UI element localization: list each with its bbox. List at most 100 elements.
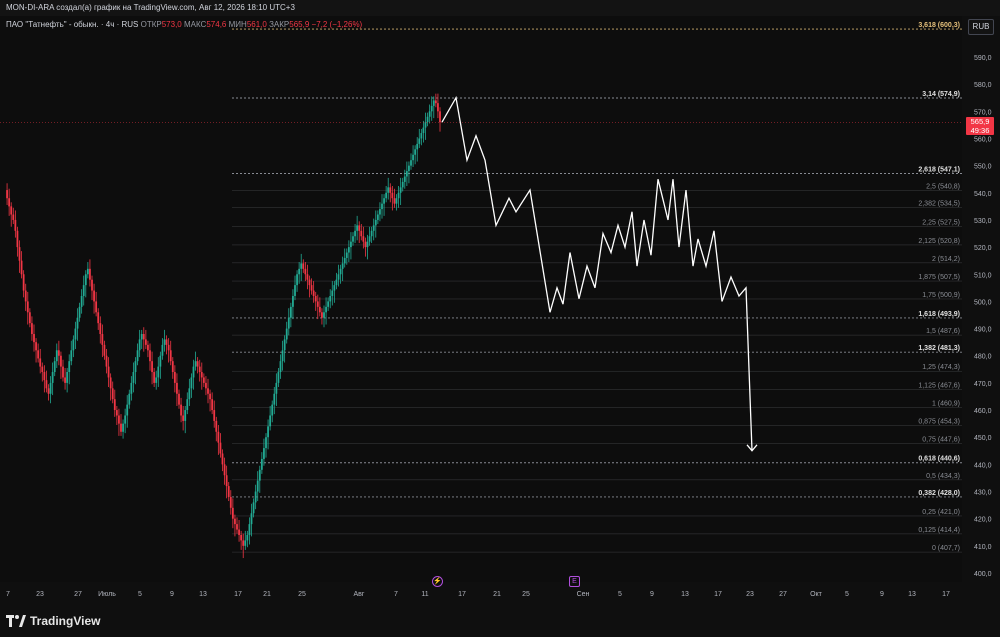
fib-level-label: 0,125 (414,4) bbox=[918, 527, 960, 534]
projection-path bbox=[441, 95, 753, 451]
candle-body bbox=[140, 334, 143, 340]
close-label: ЗАКР bbox=[269, 20, 290, 29]
time-axis-tick-label: 21 bbox=[493, 591, 501, 598]
candle-body bbox=[186, 399, 189, 411]
candle-body bbox=[111, 388, 114, 400]
candle-body bbox=[439, 111, 441, 123]
bar-countdown: 49:36 bbox=[970, 126, 990, 135]
candle-body bbox=[366, 241, 369, 248]
symbol-name[interactable]: ПАО "Татнефть" - обыкн. · 4ч · RUS bbox=[6, 20, 138, 29]
time-axis-tick-label: 27 bbox=[74, 591, 82, 598]
fib-level-label: 1,618 (493,9) bbox=[918, 311, 960, 318]
fib-level-label: 0,25 (421,0) bbox=[922, 509, 960, 516]
price-axis-tick-label: 400,0 bbox=[974, 571, 992, 578]
candle-body bbox=[273, 393, 276, 405]
candle-body bbox=[18, 247, 21, 261]
candle-body bbox=[31, 323, 33, 335]
dividend-event-icon[interactable]: ⚡ bbox=[432, 576, 443, 587]
candle-body bbox=[281, 350, 284, 362]
candle-body bbox=[408, 165, 410, 172]
price-axis-tick-label: 570,0 bbox=[974, 109, 992, 116]
candle-body bbox=[430, 105, 433, 112]
candle-body bbox=[103, 344, 106, 356]
candle-body bbox=[354, 230, 356, 237]
candle-body bbox=[176, 382, 178, 394]
tradingview-logo[interactable]: TradingView bbox=[6, 614, 100, 628]
fib-level-label: 0,75 (447,6) bbox=[922, 437, 960, 444]
fib-level-label: 3,618 (600,3) bbox=[918, 22, 960, 29]
candle-body bbox=[414, 149, 417, 155]
candle-body bbox=[374, 219, 377, 226]
candle-body bbox=[341, 263, 344, 269]
candle-body bbox=[211, 399, 214, 411]
candle-body bbox=[244, 540, 247, 546]
candle-body bbox=[89, 268, 91, 280]
candle-body bbox=[331, 290, 334, 296]
candle-body bbox=[267, 426, 269, 438]
candle-body bbox=[383, 198, 385, 204]
fib-level-label: 1,125 (467,6) bbox=[918, 382, 960, 389]
candle-body bbox=[362, 236, 365, 242]
candle-body bbox=[308, 279, 311, 286]
price-axis-tick-label: 440,0 bbox=[974, 462, 992, 469]
open-value: 573,0 bbox=[161, 20, 182, 29]
candle-body bbox=[426, 116, 429, 123]
candle-body bbox=[43, 372, 46, 381]
time-axis-tick-label: 25 bbox=[522, 591, 530, 598]
fib-level-label: 2,382 (534,5) bbox=[918, 201, 960, 208]
candle-body bbox=[51, 372, 54, 383]
fib-level-label: 0 (407,7) bbox=[932, 545, 960, 552]
candle-body bbox=[372, 225, 375, 231]
candle-body bbox=[163, 339, 166, 345]
price-axis-tick-label: 500,0 bbox=[974, 299, 992, 306]
candle-body bbox=[240, 534, 243, 541]
candle-body bbox=[387, 187, 390, 193]
candle-body bbox=[379, 209, 381, 215]
candle-body bbox=[39, 358, 42, 367]
candle-body bbox=[225, 475, 228, 487]
candle-body bbox=[227, 486, 230, 497]
candle-body bbox=[215, 420, 218, 432]
time-axis-tick-label: 9 bbox=[880, 591, 884, 598]
fib-level-label: 0,382 (428,0) bbox=[918, 490, 960, 497]
price-axis-tick-label: 520,0 bbox=[974, 245, 992, 252]
candle-body bbox=[41, 366, 44, 373]
time-axis-tick-label: 21 bbox=[263, 591, 271, 598]
candle-body bbox=[397, 192, 400, 199]
candle-body bbox=[333, 285, 336, 291]
candle-body bbox=[86, 268, 89, 275]
candle-body bbox=[263, 448, 265, 459]
candle-body bbox=[385, 192, 388, 199]
fib-level-label: 0,875 (454,3) bbox=[918, 419, 960, 426]
candle-body bbox=[178, 393, 180, 405]
candle-body bbox=[403, 176, 406, 182]
fib-level-label: 2 (514,2) bbox=[932, 256, 960, 263]
time-axis-tick-label: 13 bbox=[908, 591, 916, 598]
candle-body bbox=[298, 268, 301, 275]
candle-body bbox=[153, 372, 156, 383]
price-axis-tick-label: 460,0 bbox=[974, 408, 992, 415]
candle-body bbox=[410, 160, 412, 166]
time-axis-tick-label: 9 bbox=[170, 591, 174, 598]
candle-body bbox=[205, 382, 207, 389]
earnings-event-icon[interactable]: E bbox=[569, 576, 580, 587]
candle-body bbox=[260, 458, 263, 470]
candle-body bbox=[78, 306, 81, 318]
candle-body bbox=[310, 285, 313, 291]
candle-body bbox=[97, 312, 100, 324]
currency-button[interactable]: RUB bbox=[968, 19, 994, 35]
candle-body bbox=[24, 290, 27, 302]
candle-body bbox=[188, 388, 191, 400]
price-axis-tick-label: 590,0 bbox=[974, 55, 992, 62]
chart-area[interactable]: 3,618 (600,3) 3,14 (574,9) 2,618 (547,1) 2,… bbox=[0, 16, 1000, 610]
candle-body bbox=[393, 198, 396, 204]
price-chart[interactable]: 3,618 (600,3) 3,14 (574,9) 2,618 (547,1) 2,… bbox=[0, 16, 1000, 610]
candle-body bbox=[93, 290, 95, 302]
candle-body bbox=[182, 415, 185, 421]
price-axis-tick-label: 550,0 bbox=[974, 164, 992, 171]
candle-body bbox=[289, 306, 292, 318]
price-axis-tick-label: 480,0 bbox=[974, 354, 992, 361]
candle-body bbox=[6, 190, 8, 199]
candle-body bbox=[368, 236, 371, 242]
candle-body bbox=[207, 388, 209, 394]
